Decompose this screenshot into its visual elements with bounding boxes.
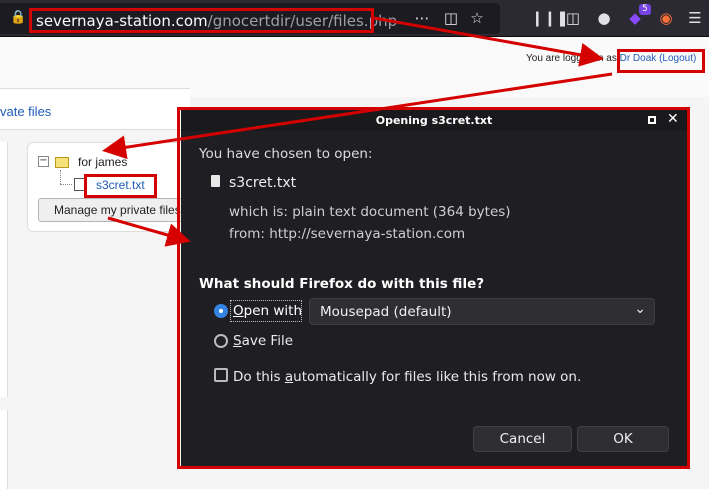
folder-label[interactable]: for james xyxy=(78,155,127,169)
url-highlight-box xyxy=(29,8,374,33)
tree-line xyxy=(60,170,61,184)
extension-badge: 5 xyxy=(639,4,651,15)
tree-line-h xyxy=(60,184,72,185)
bookmark-star-icon[interactable]: ☆ xyxy=(467,8,487,28)
private-files-link[interactable]: vate files xyxy=(0,104,51,119)
sidebar-icon[interactable]: ◫ xyxy=(563,8,583,28)
user-highlight-box xyxy=(617,49,705,73)
account-icon[interactable]: ● xyxy=(594,8,614,28)
library-icon[interactable]: ❙❙❚ xyxy=(531,8,569,28)
file-highlight-box xyxy=(84,174,157,198)
manage-files-button[interactable]: Manage my private files xyxy=(38,198,188,222)
foxyproxy-icon[interactable]: ◉ xyxy=(656,8,676,28)
collapse-icon[interactable]: − xyxy=(38,156,49,167)
more-actions-icon[interactable]: ⋯ xyxy=(412,8,432,28)
dialog-highlight-box xyxy=(177,107,690,469)
browser-toolbar: 🔒 severnaya-station.com/gnocertdir/user/… xyxy=(0,0,709,37)
menu-icon[interactable]: ☰ xyxy=(685,8,705,28)
side-panel-lower xyxy=(0,410,8,489)
side-panel xyxy=(0,142,8,397)
folder-icon xyxy=(55,157,69,168)
login-prefix: You are logged in as xyxy=(526,53,620,64)
insecure-lock-icon[interactable]: 🔒 xyxy=(10,10,26,26)
pocket-icon[interactable]: ◫ xyxy=(441,8,461,28)
